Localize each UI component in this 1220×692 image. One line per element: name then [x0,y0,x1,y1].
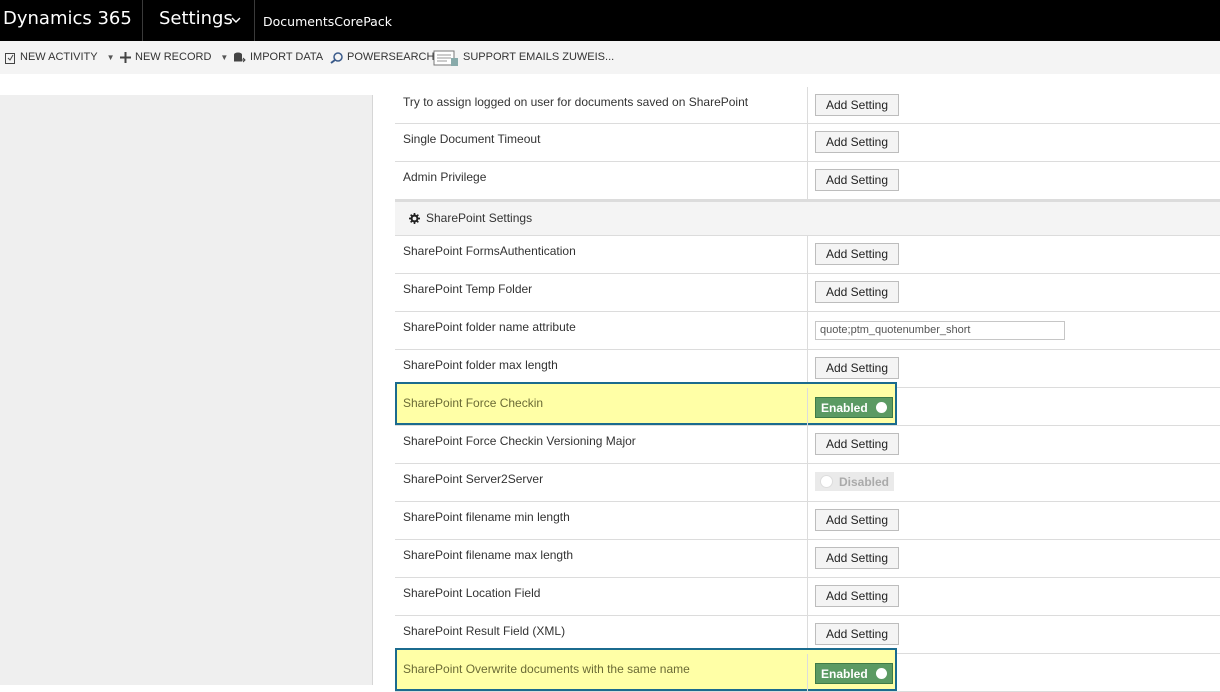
setting-label: SharePoint Result Field (XML) [403,624,566,638]
column-divider [807,236,808,273]
column-divider [807,312,808,349]
enabled-toggle[interactable]: Enabled [815,397,893,418]
caret-down-icon: ▼ [106,53,115,62]
add-setting-button[interactable]: Add Setting [815,131,899,153]
setting-label: SharePoint filename min length [403,510,570,524]
powersearch-button[interactable]: POWERSEARCH [330,41,434,74]
column-divider [807,124,808,161]
nav-separator [254,0,255,41]
pane-divider [372,95,373,685]
new-record-label: NEW RECORD [135,51,212,63]
toggle-knob [875,402,887,413]
add-setting-button[interactable]: Add Setting [815,281,899,303]
chevron-down-icon[interactable] [230,14,242,26]
setting-row: SharePoint Force Checkin Versioning Majo… [395,426,1220,464]
setting-label: SharePoint Force Checkin Versioning Majo… [403,434,636,448]
column-divider [807,464,808,501]
toggle-label: Enabled [821,400,868,415]
column-divider [807,578,808,615]
setting-row: SharePoint Location Field Add Setting [395,578,1220,616]
setting-row: SharePoint folder name attribute [395,312,1220,350]
column-divider [807,274,808,311]
setting-row: SharePoint Temp Folder Add Setting [395,274,1220,312]
setting-label: SharePoint folder name attribute [403,320,576,334]
toggle-knob [820,475,833,488]
setting-row: Try to assign logged on user for documen… [395,87,1220,124]
setting-label: Single Document Timeout [403,132,541,146]
toggle-label: Disabled [839,474,890,489]
add-setting-button[interactable]: Add Setting [815,433,899,455]
settings-grid: Try to assign logged on user for documen… [395,87,1220,692]
toggle-knob [875,668,887,679]
setting-label: SharePoint filename max length [403,548,574,562]
setting-row: SharePoint filename max length Add Setti… [395,540,1220,578]
add-setting-button[interactable]: Add Setting [815,94,899,116]
add-setting-button[interactable]: Add Setting [815,547,899,569]
setting-label: SharePoint FormsAuthentication [403,244,576,258]
setting-row-highlighted: SharePoint Force Checkin Enabled [395,382,1220,426]
setting-label: SharePoint Force Checkin [403,396,544,410]
setting-label: Try to assign logged on user for documen… [403,95,749,109]
area-selector[interactable]: Settings [159,0,233,41]
folder-name-attribute-input[interactable] [815,320,1065,340]
top-nav-bar: Dynamics 365 Settings DocumentsCorePack [0,0,1220,41]
setting-row: Admin Privilege Add Setting [395,162,1220,200]
setting-label: SharePoint folder max length [403,358,558,372]
setting-label: SharePoint Temp Folder [403,282,533,296]
add-setting-button[interactable]: Add Setting [815,509,899,531]
add-setting-button[interactable]: Add Setting [815,169,899,191]
setting-row: SharePoint FormsAuthentication Add Setti… [395,236,1220,274]
entity-breadcrumb[interactable]: DocumentsCorePack [263,0,392,41]
new-activity-icon [5,52,15,64]
column-divider [807,162,808,199]
setting-row: Single Document Timeout Add Setting [395,124,1220,162]
nav-separator [142,0,143,41]
disabled-toggle[interactable]: Disabled [815,472,895,491]
enabled-toggle[interactable]: Enabled [815,663,893,684]
add-setting-button[interactable]: Add Setting [815,585,899,607]
add-setting-button[interactable]: Add Setting [815,243,899,265]
column-divider [807,426,808,463]
column-divider [807,540,808,577]
new-activity-button[interactable]: NEW ACTIVITY ▼ [5,41,115,74]
import-data-icon [234,52,246,62]
column-divider [807,654,808,691]
section-header: SharePoint Settings [409,211,532,225]
toggle-label: Enabled [821,666,868,681]
setting-row: SharePoint filename min length Add Setti… [395,502,1220,540]
powersearch-icon [330,51,343,64]
setting-label: SharePoint Overwrite documents with the … [403,662,690,676]
plus-icon [120,52,131,63]
setting-label: SharePoint Server2Server [403,472,544,486]
setting-label: SharePoint Location Field [403,586,541,600]
support-email-icon [433,50,458,66]
add-setting-button[interactable]: Add Setting [815,357,899,379]
column-divider [807,502,808,539]
support-emails-label: SUPPORT EMAILS ZUWEIS... [463,51,615,63]
sharepoint-settings-section[interactable]: SharePoint Settings [395,200,1220,236]
setting-row-highlighted: SharePoint Overwrite documents with the … [395,648,1220,692]
import-data-button[interactable]: IMPORT DATA [233,41,323,74]
section-title: SharePoint Settings [426,211,533,225]
command-bar: NEW ACTIVITY ▼ NEW RECORD ▼ IMPORT DATA PO… [0,41,1220,74]
add-setting-button[interactable]: Add Setting [815,623,899,645]
column-divider [807,87,808,123]
powersearch-label: POWERSEARCH [347,51,435,63]
left-navigation-pane [0,95,372,685]
app-brand[interactable]: Dynamics 365 [3,0,132,41]
new-activity-label: NEW ACTIVITY [20,51,98,63]
new-record-button[interactable]: NEW RECORD ▼ [120,41,228,74]
support-emails-button[interactable]: SUPPORT EMAILS ZUWEIS... [433,41,614,74]
column-divider [807,388,808,425]
caret-down-icon: ▼ [220,53,229,62]
import-data-label: IMPORT DATA [250,51,324,63]
gear-icon [409,212,420,224]
setting-label: Admin Privilege [403,170,487,184]
setting-row: SharePoint Server2Server Disabled [395,464,1220,502]
